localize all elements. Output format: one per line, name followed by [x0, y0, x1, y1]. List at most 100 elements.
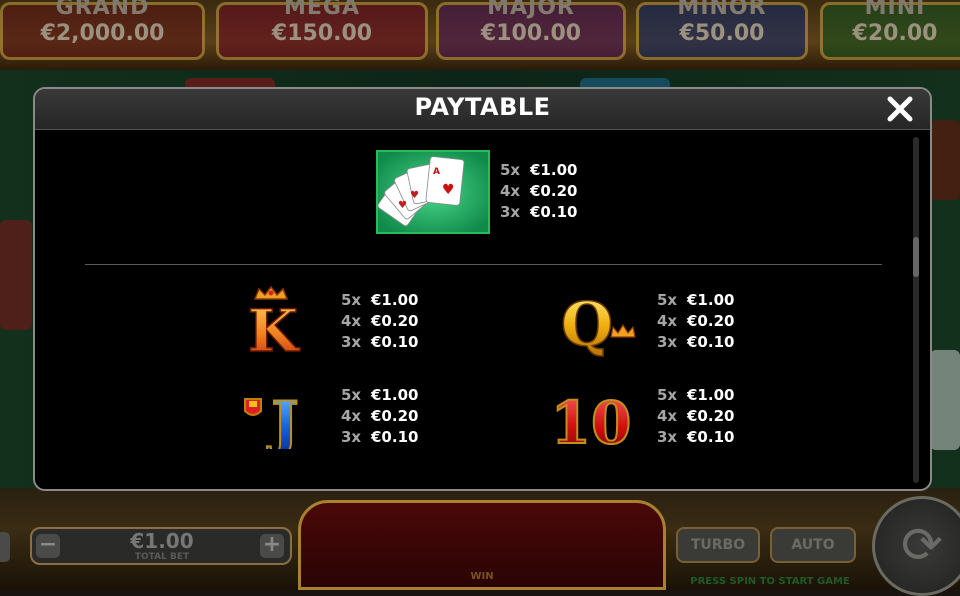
jackpot-value: €100.00	[480, 21, 582, 46]
pay-value: €1.00	[530, 161, 578, 179]
jackpot-minor: MINOR €50.00	[636, 0, 808, 60]
pay-value: €0.20	[371, 407, 419, 425]
jackpot-bar: GRAND €2,000.00 MEGA €150.00 MAJOR €100.…	[0, 0, 960, 70]
svg-text:♥: ♥	[410, 190, 419, 201]
pay-value: €0.10	[530, 203, 578, 221]
paytable-pays-king: 5x €1.00 4x €0.20 3x €0.10	[341, 290, 418, 353]
scrollbar-thumb[interactable]	[913, 237, 919, 277]
modal-title: PAYTABLE	[414, 93, 551, 121]
ten-10-icon: 10	[543, 385, 639, 458]
turbo-button[interactable]: TURBO	[676, 527, 760, 563]
svg-text:K: K	[248, 297, 301, 355]
pay-line: 5x €1.00	[657, 385, 734, 406]
pay-count: 3x	[500, 203, 521, 221]
pay-count: 3x	[341, 333, 362, 351]
pay-line: 5x €1.00	[341, 290, 418, 311]
total-bet-panel: − €1.00 TOTAL BET +	[30, 527, 292, 565]
pay-line: 4x €0.20	[341, 406, 418, 427]
pay-value: €0.10	[687, 333, 735, 351]
total-bet-value: €1.00	[130, 529, 194, 553]
jackpot-name: MAJOR	[487, 0, 575, 20]
jackpot-value: €150.00	[271, 21, 373, 46]
pay-line: 4x €0.20	[341, 311, 418, 332]
jackpot-value: €20.00	[852, 21, 938, 46]
auto-button[interactable]: AUTO	[770, 527, 856, 563]
pay-value: €1.00	[371, 386, 419, 404]
paytable-modal: PAYTABLE A ♥ ♥ ♥ 5x €1.00 4x €0.20 3x €0…	[33, 87, 932, 491]
jackpot-major: MAJOR €100.00	[436, 0, 626, 60]
royal-flush-cards-icon: A ♥ ♥ ♥	[376, 150, 490, 238]
jackpot-name: MINOR	[677, 0, 767, 20]
pay-count: 5x	[657, 386, 678, 404]
jackpot-name: MINI	[864, 0, 926, 20]
spin-arrows-icon: ⟳	[901, 516, 943, 574]
jackpot-value: €50.00	[679, 21, 765, 46]
pay-line: 5x €1.00	[341, 385, 418, 406]
svg-text:A: A	[433, 167, 440, 177]
reel-symbol-deco	[930, 120, 960, 200]
pay-count: 5x	[500, 161, 521, 179]
svg-text:♥: ♥	[442, 182, 455, 198]
pay-line: 5x €1.00	[500, 160, 577, 181]
pay-line: 3x €0.10	[657, 427, 734, 448]
bet-increase-button[interactable]: +	[260, 534, 284, 558]
paytable-pays-ten: 5x €1.00 4x €0.20 3x €0.10	[657, 385, 734, 448]
svg-text:J: J	[266, 389, 298, 449]
svg-text:10: 10	[551, 389, 632, 451]
pay-count: 3x	[657, 428, 678, 446]
pay-value: €0.10	[687, 428, 735, 446]
total-bet-label: TOTAL BET	[134, 552, 190, 562]
jackpot-name: MEGA	[283, 0, 360, 20]
divider	[85, 264, 882, 265]
pay-line: 3x €0.10	[341, 332, 418, 353]
close-button[interactable]	[884, 93, 916, 125]
svg-text:Q: Q	[561, 290, 613, 357]
jackpot-name: GRAND	[55, 0, 150, 20]
jackpot-grand: GRAND €2,000.00	[0, 0, 205, 60]
queen-q-icon: Q	[549, 285, 639, 361]
pay-count: 4x	[657, 312, 678, 330]
pay-value: €1.00	[687, 291, 735, 309]
svg-text:♥: ♥	[398, 200, 407, 211]
status-text: PRESS SPIN TO START GAME	[690, 576, 850, 587]
pay-count: 3x	[657, 333, 678, 351]
pay-count: 4x	[500, 182, 521, 200]
pay-value: €1.00	[687, 386, 735, 404]
pay-line: 4x €0.20	[657, 311, 734, 332]
pay-line: 3x €0.10	[341, 427, 418, 448]
pay-count: 5x	[657, 291, 678, 309]
modal-header: PAYTABLE	[35, 89, 930, 130]
pay-value: €1.00	[371, 291, 419, 309]
win-panel: WIN	[298, 500, 666, 590]
jackpot-mega: MEGA €150.00	[216, 0, 428, 60]
paytable-pays-jack: 5x €1.00 4x €0.20 3x €0.10	[341, 385, 418, 448]
pay-value: €0.10	[371, 428, 419, 446]
pay-value: €0.10	[371, 333, 419, 351]
pay-line: 3x €0.10	[657, 332, 734, 353]
win-label: WIN	[470, 571, 494, 582]
pay-value: €0.20	[371, 312, 419, 330]
pay-count: 3x	[341, 428, 362, 446]
pay-line: 5x €1.00	[657, 290, 734, 311]
pay-line: 4x €0.20	[500, 181, 577, 202]
paytable-pays-royal: 5x €1.00 4x €0.20 3x €0.10	[500, 160, 577, 223]
pay-count: 5x	[341, 386, 362, 404]
reel-symbol-deco	[0, 220, 32, 330]
pay-value: €0.20	[687, 407, 735, 425]
left-edge-button[interactable]	[0, 532, 10, 562]
jackpot-value: €2,000.00	[40, 21, 165, 46]
pay-line: 4x €0.20	[657, 406, 734, 427]
scrollbar[interactable]	[913, 137, 919, 483]
king-k-icon: K	[233, 285, 315, 366]
pay-count: 4x	[341, 312, 362, 330]
bet-decrease-button[interactable]: −	[36, 534, 60, 558]
pay-value: €0.20	[530, 182, 578, 200]
reel-symbol-deco	[930, 350, 960, 450]
paytable-pays-queen: 5x €1.00 4x €0.20 3x €0.10	[657, 290, 734, 353]
pay-count: 4x	[657, 407, 678, 425]
jack-j-icon: J	[239, 385, 315, 458]
pay-value: €0.20	[687, 312, 735, 330]
jackpot-mini: MINI €20.00	[820, 0, 960, 60]
close-icon	[887, 96, 913, 122]
pay-count: 4x	[341, 407, 362, 425]
